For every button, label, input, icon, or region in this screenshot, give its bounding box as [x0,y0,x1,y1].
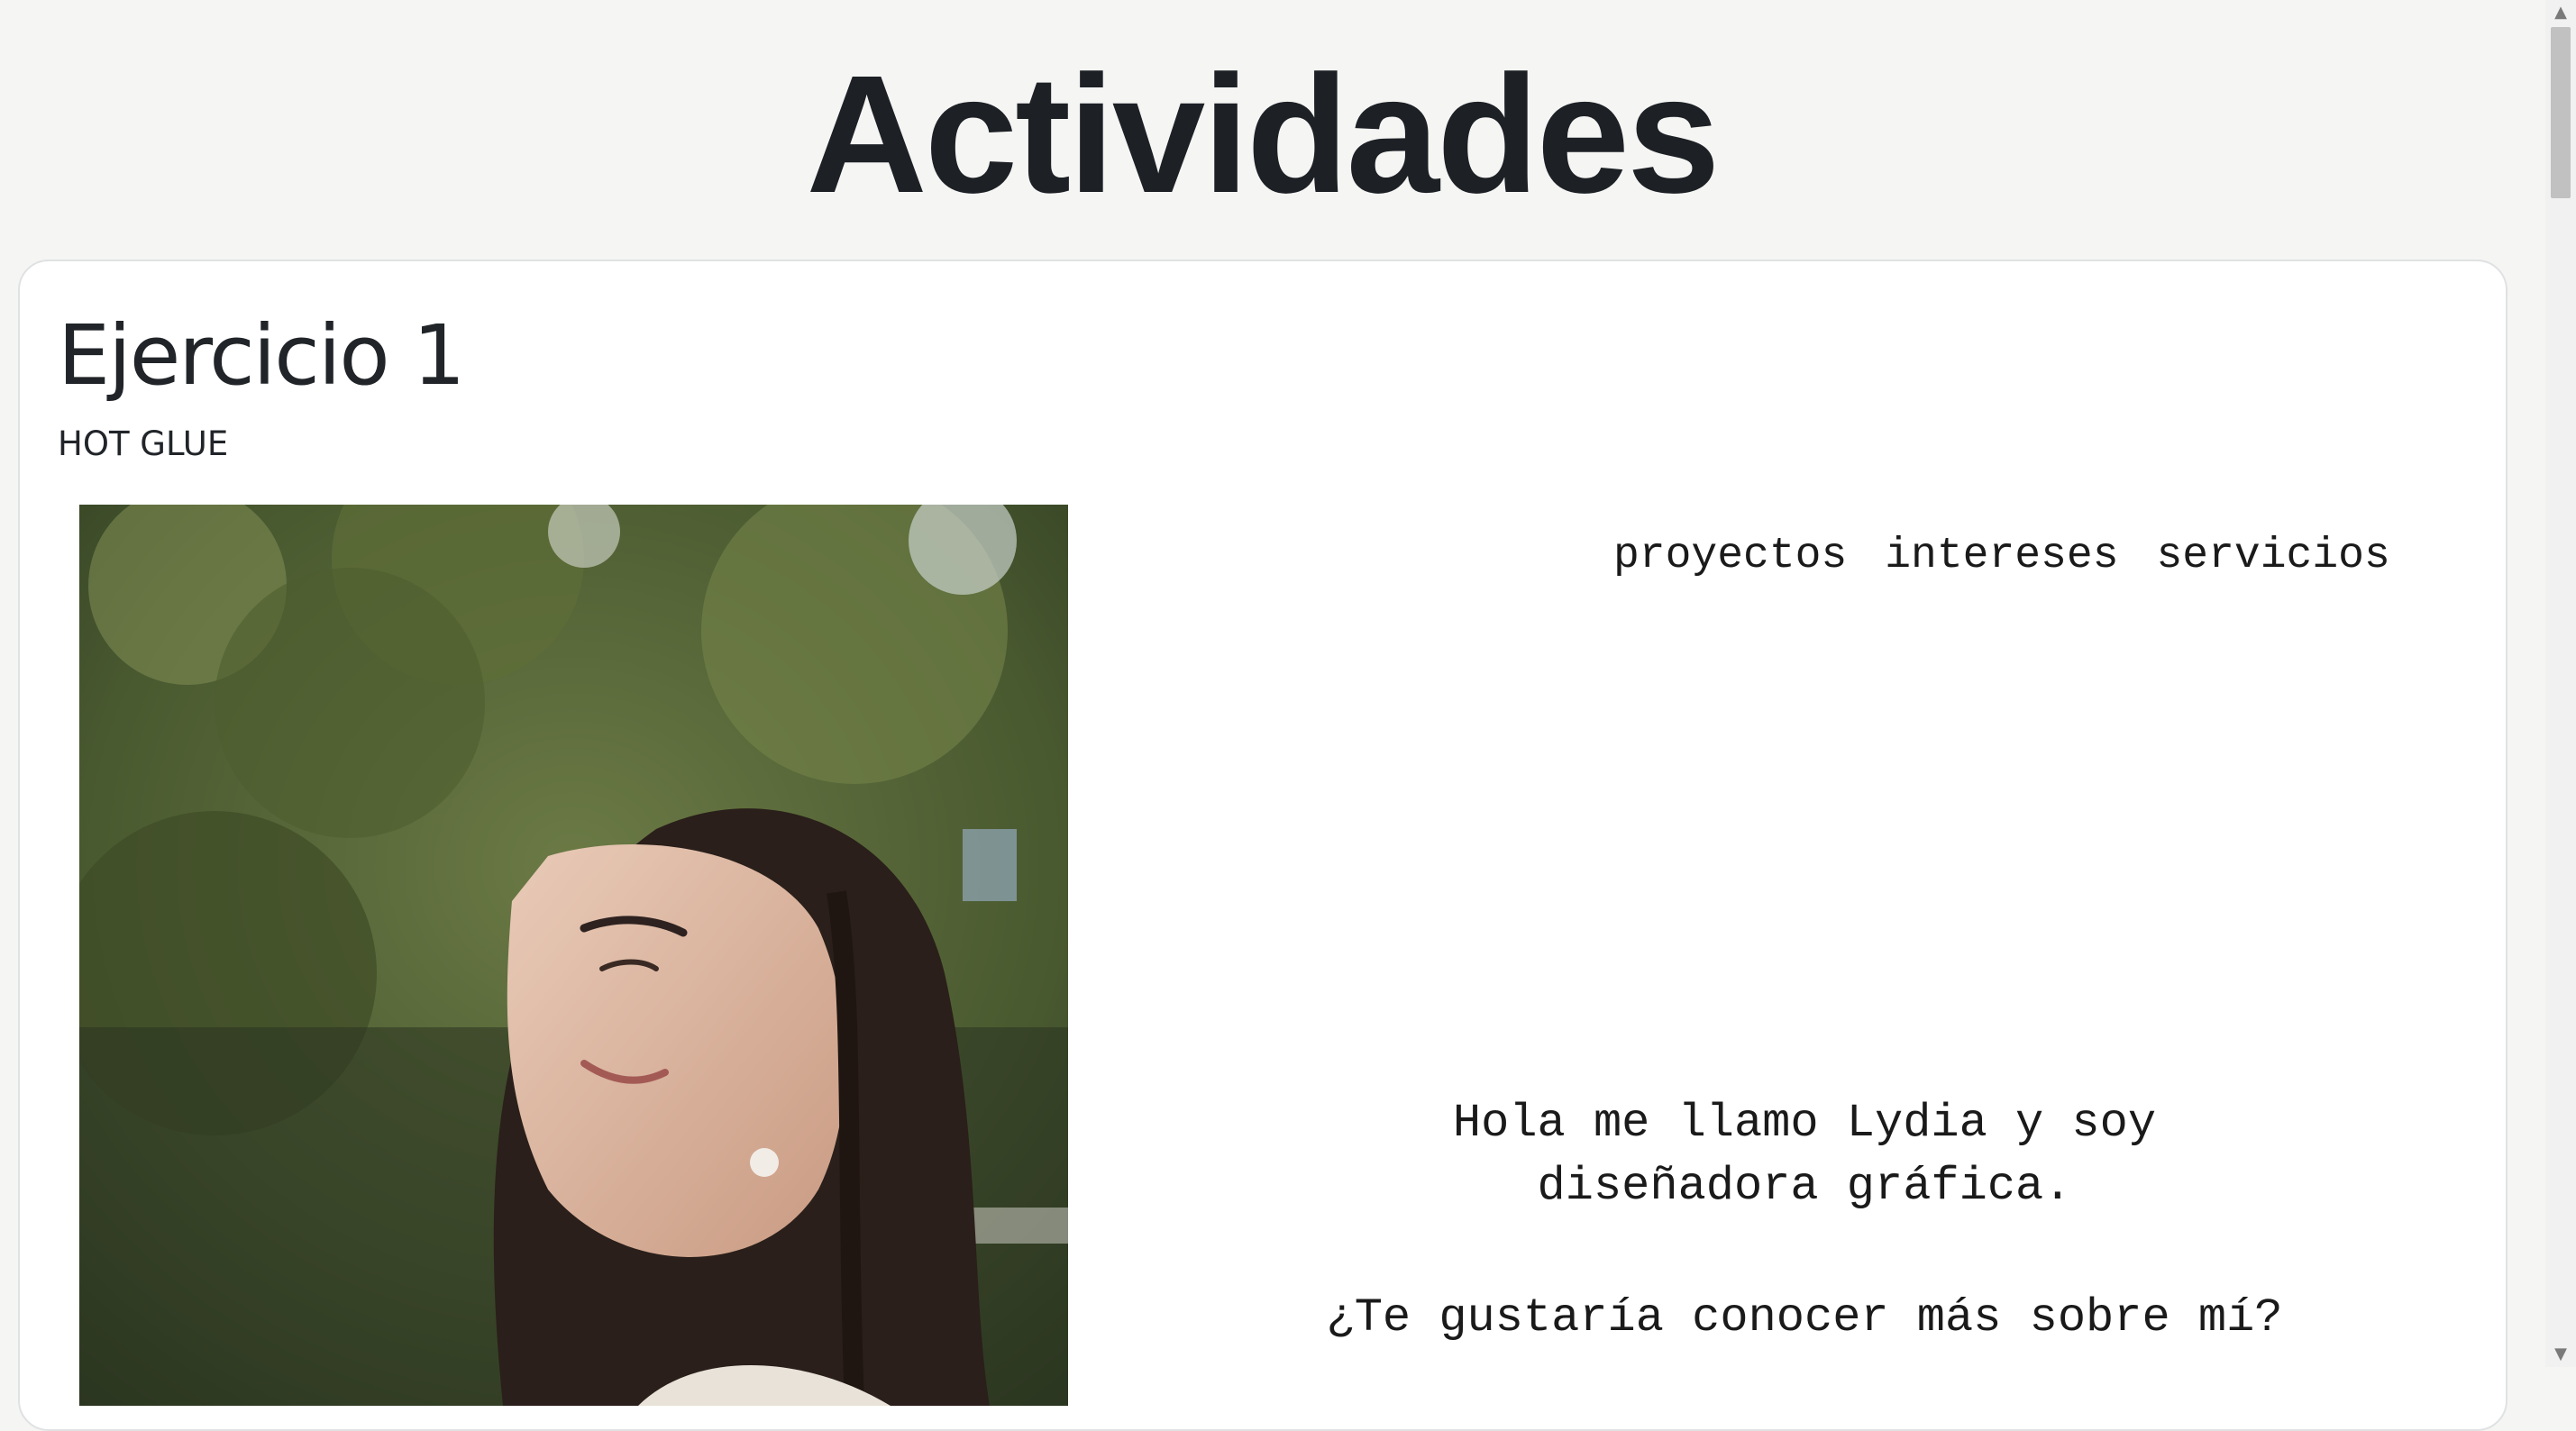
intro-line-1: Hola me llamo Lydia y soy [1452,1097,2157,1150]
intro-text: Hola me llamo Lydia y soy diseñadora grá… [1174,1092,2435,1218]
intro-line-2: diseñadora gráfica. [1537,1160,2072,1213]
scroll-down-icon[interactable]: ▼ [2545,1342,2576,1367]
question-text: ¿Te gustaría conocer más sobre mí? [1326,1291,2283,1344]
nav-link-intereses[interactable]: intereses [1885,532,2118,580]
page-title: Actividades [806,41,1720,228]
nav-link-proyectos[interactable]: proyectos [1613,532,1847,580]
portrait-photo [79,505,1068,1406]
exercise-title: Ejercicio 1 [58,307,465,404]
top-nav: proyectos intereses servicios [1613,532,2390,580]
scroll-up-icon[interactable]: ▲ [2545,0,2576,25]
page-scrollbar[interactable]: ▲ ▼ [2545,0,2576,1367]
scroll-thumb[interactable] [2551,27,2571,198]
exercise-card: Ejercicio 1 HOT GLUE proyectos intereses… [18,260,2507,1431]
exercise-subtitle: HOT GLUE [58,424,229,463]
nav-link-servicios[interactable]: servicios [2157,532,2390,580]
